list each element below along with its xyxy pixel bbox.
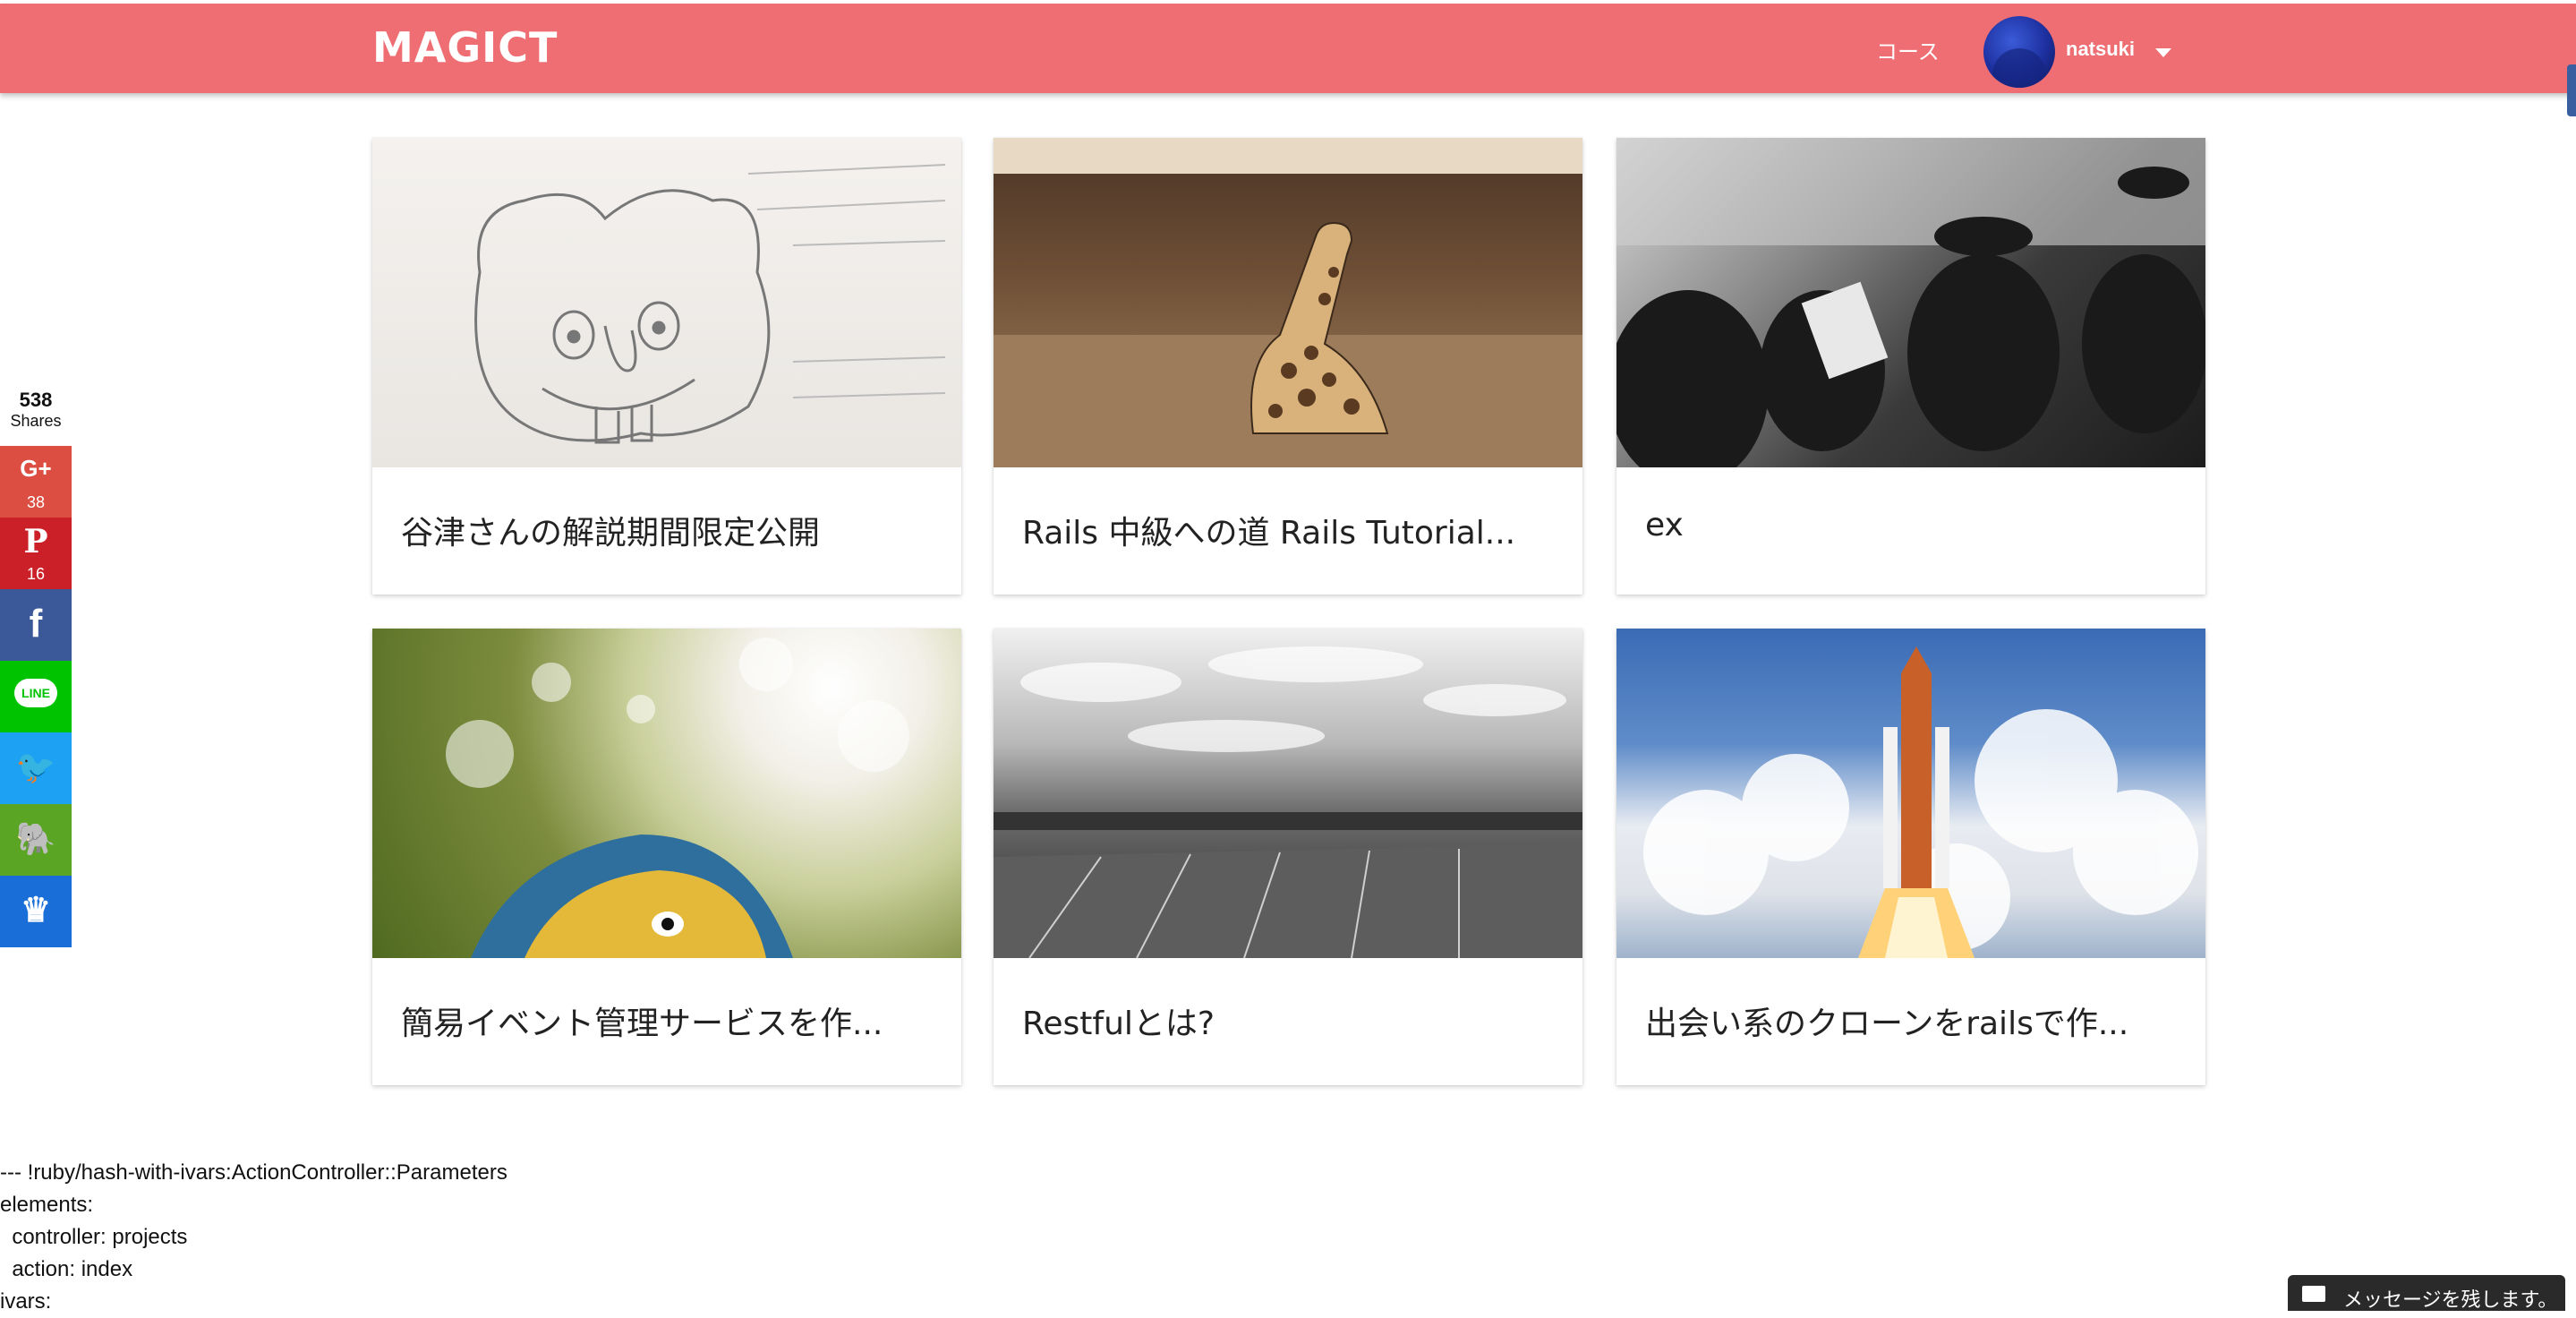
pinterest-share-button[interactable]: P 16 bbox=[0, 518, 72, 589]
debug-line: elements: bbox=[0, 1193, 94, 1217]
project-card[interactable]: Restfulとは? bbox=[994, 629, 1582, 1085]
google-plus-icon: G+ bbox=[20, 455, 52, 482]
project-card[interactable]: 谷津さんの解説期間限定公開 bbox=[372, 138, 961, 595]
project-thumbnail[interactable] bbox=[1616, 629, 2205, 958]
project-card[interactable]: 出会い系のクローンをrailsで作... bbox=[1616, 629, 2205, 1085]
facebook-share-button[interactable]: f bbox=[0, 589, 72, 661]
project-thumbnail[interactable] bbox=[1616, 138, 2205, 467]
evernote-icon: 🐘 bbox=[15, 820, 56, 857]
brand-logo[interactable]: MAGICT bbox=[372, 23, 558, 72]
project-card[interactable]: ex bbox=[1616, 138, 2205, 595]
facebook-icon: f bbox=[29, 602, 43, 646]
share-total: 538 bbox=[19, 389, 53, 411]
pinterest-icon: P bbox=[23, 523, 48, 561]
project-title[interactable]: ex bbox=[1645, 507, 2182, 543]
line-share-button[interactable]: LINE bbox=[0, 661, 72, 732]
pinterest-count: 16 bbox=[26, 565, 46, 583]
project-title[interactable]: Rails 中級への道 Rails Tutorial... bbox=[1022, 507, 1559, 553]
top-navbar: MAGICT コース natsuki bbox=[0, 4, 2576, 93]
share-count: 538 Shares bbox=[0, 387, 72, 446]
project-thumbnail[interactable] bbox=[372, 138, 961, 467]
twitter-share-button[interactable]: 🐦 bbox=[0, 732, 72, 804]
line-icon: LINE bbox=[0, 679, 72, 707]
message-chat-widget[interactable]: メッセージを残します。 bbox=[2288, 1275, 2565, 1311]
debug-line: --- !ruby/hash-with-ivars:ActionControll… bbox=[0, 1160, 508, 1185]
project-title[interactable]: 簡易イベント管理サービスを作... bbox=[401, 997, 938, 1044]
project-thumbnail[interactable] bbox=[372, 629, 961, 958]
google-plus-count: 38 bbox=[26, 493, 46, 511]
side-edge-tab[interactable] bbox=[2567, 64, 2576, 116]
username-label[interactable]: natsuki bbox=[2066, 38, 2135, 61]
project-card[interactable]: 簡易イベント管理サービスを作... bbox=[372, 629, 961, 1085]
google-plus-share-button[interactable]: G+ 38 bbox=[0, 446, 72, 518]
debug-line: action: index bbox=[0, 1257, 133, 1281]
debug-params-output: --- !ruby/hash-with-ivars:ActionControll… bbox=[0, 1157, 508, 1318]
project-thumbnail[interactable] bbox=[994, 138, 1582, 467]
crown-icon: ♛ bbox=[20, 892, 52, 929]
chevron-down-icon[interactable] bbox=[2155, 48, 2171, 57]
social-share-sidebar: 538 Shares G+ 38 P 16 f LINE 🐦 🐘 ♛ bbox=[0, 387, 72, 947]
project-thumbnail[interactable] bbox=[994, 629, 1582, 958]
share-label: Shares bbox=[10, 412, 62, 430]
project-title[interactable]: 出会い系のクローンをrailsで作... bbox=[1645, 997, 2182, 1044]
project-title[interactable]: Restfulとは? bbox=[1022, 997, 1559, 1044]
debug-line: controller: projects bbox=[0, 1225, 188, 1249]
project-title[interactable]: 谷津さんの解説期間限定公開 bbox=[401, 507, 938, 553]
evernote-share-button[interactable]: 🐘 bbox=[0, 804, 72, 876]
twitter-icon: 🐦 bbox=[15, 749, 56, 785]
envelope-icon bbox=[2302, 1286, 2325, 1302]
user-avatar[interactable] bbox=[1983, 16, 2055, 88]
sumome-share-button[interactable]: ♛ bbox=[0, 876, 72, 947]
debug-line: ivars: bbox=[0, 1289, 52, 1314]
project-card[interactable]: Rails 中級への道 Rails Tutorial... bbox=[994, 138, 1582, 595]
nav-course-link[interactable]: コース bbox=[1876, 34, 1940, 65]
message-widget-label: メッセージを残します。 bbox=[2343, 1288, 2558, 1311]
